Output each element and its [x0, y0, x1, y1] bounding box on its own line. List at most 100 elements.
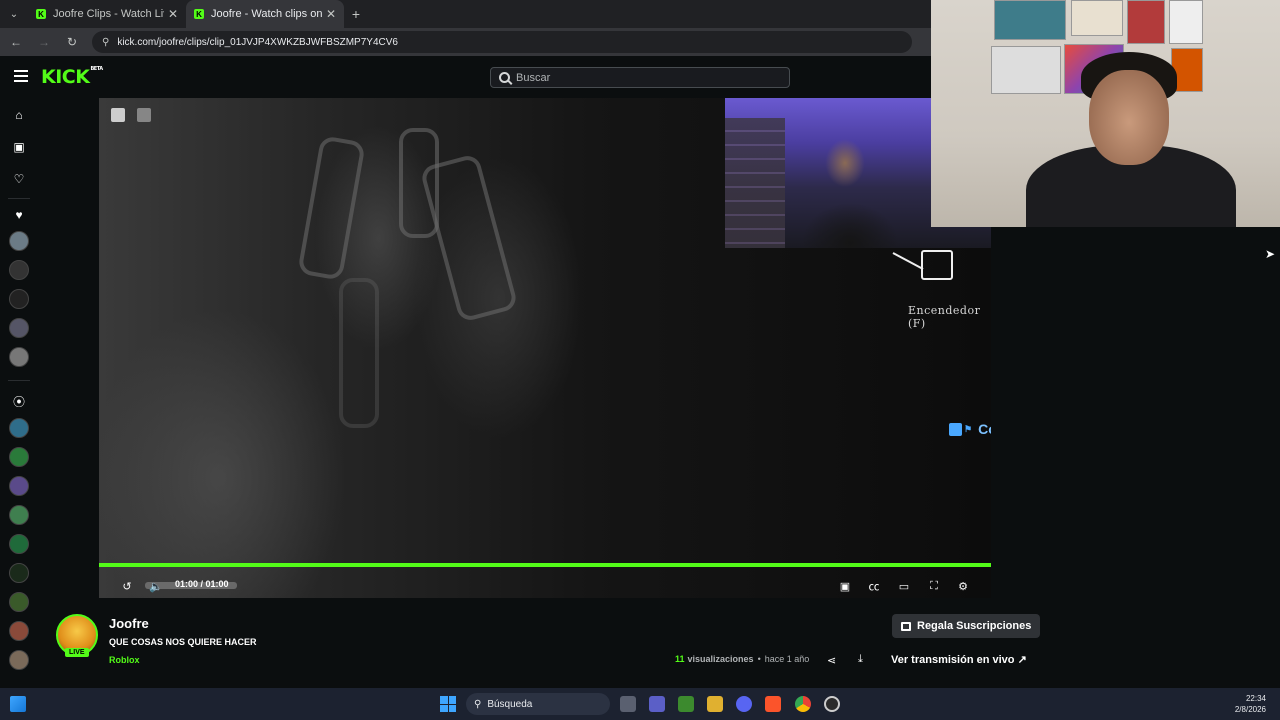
chain-shape [419, 152, 519, 324]
fullscreen-icon[interactable]: ⛶ [925, 578, 943, 594]
settings-gear-icon[interactable]: ⚙ [954, 578, 972, 594]
search-icon [499, 72, 510, 83]
recommended-channel-avatar[interactable] [9, 505, 29, 525]
recommended-channel-avatar[interactable] [9, 534, 29, 554]
followed-channel-avatar[interactable] [9, 289, 29, 309]
file-explorer-icon[interactable] [707, 696, 723, 712]
recommended-channel-avatar[interactable] [9, 447, 29, 467]
kick-favicon-icon: K [194, 9, 204, 19]
browser-tab-1[interactable]: K Joofre Clips - Watch Live on Kick ✕ [28, 0, 186, 28]
recommended-channel-avatar[interactable] [9, 650, 29, 670]
kick-logo[interactable]: KICKBETA [41, 66, 103, 88]
progress-bar[interactable] [99, 563, 991, 567]
empty-chat-area [1053, 227, 1280, 688]
share-icon[interactable]: ⋖ [827, 654, 836, 667]
clip-age: hace 1 año [764, 654, 810, 664]
followed-channel-avatar[interactable] [9, 260, 29, 280]
gift-icon [901, 621, 911, 631]
recommended-channel-avatar[interactable] [9, 621, 29, 641]
search-input[interactable] [516, 71, 776, 84]
discord-icon[interactable] [736, 696, 752, 712]
recommended-channel-avatar[interactable] [9, 476, 29, 496]
tab-title: Joofre Clips - Watch Live on Kick [53, 8, 164, 20]
windows-taskbar: ⚲ Búsqueda 22:34 2/8/2026 [0, 688, 1280, 720]
close-tab-icon[interactable]: ✕ [168, 7, 178, 21]
clip-stats: 11 visualizaciones • hace 1 año [675, 654, 810, 664]
minecraft-icon[interactable] [678, 696, 694, 712]
obs-icon[interactable] [824, 696, 840, 712]
followed-channel-avatar[interactable] [9, 318, 29, 338]
system-clock[interactable]: 22:34 2/8/2026 [1235, 693, 1266, 715]
sidebar-divider [8, 198, 30, 199]
download-icon[interactable]: ⤓ [858, 653, 863, 666]
theater-mode-icon[interactable]: ▭ [895, 578, 913, 594]
followed-channel-avatar[interactable] [9, 347, 29, 367]
sub-badge-icon: ⚑ [964, 423, 973, 434]
chat-overlay-message: ⚑ Compa_Pesito : [949, 420, 991, 438]
volume-icon[interactable]: 🔈 [147, 578, 165, 594]
captions-icon[interactable]: ㏄ [865, 578, 883, 594]
category-link[interactable]: Roblox [109, 655, 140, 665]
clock-date: 2/8/2026 [1234, 705, 1266, 714]
live-badge: LIVE [65, 648, 89, 657]
task-view-icon[interactable] [620, 696, 636, 712]
browse-icon[interactable]: ▣ [12, 140, 26, 154]
teams-icon[interactable] [649, 696, 665, 712]
brave-icon[interactable] [765, 696, 781, 712]
address-bar[interactable]: ⚲ kick.com/joofre/clips/clip_01JVJP4XWKZ… [92, 31, 912, 53]
hud-item-label: Encendedor (F) [908, 304, 981, 330]
watch-live-button[interactable]: Ver transmisión en vivo ↗ [891, 653, 1027, 666]
clip-title: QUE COSAS NOS QUIERE HACER [109, 637, 257, 647]
following-heart-outline-icon[interactable]: ♡ [12, 172, 26, 186]
close-tab-icon[interactable]: ✕ [326, 7, 336, 21]
search-bar[interactable] [490, 67, 790, 88]
reload-icon[interactable]: ↻ [60, 35, 84, 49]
game-overlay-icons [111, 108, 151, 122]
taskbar-search-label: Búsqueda [487, 698, 533, 710]
search-icon: ⚲ [474, 698, 482, 710]
replay-icon[interactable]: ↺ [118, 578, 136, 594]
start-windows-icon[interactable] [440, 696, 456, 712]
browser-tab-2[interactable]: K Joofre - Watch clips on Kick ✕ [186, 0, 344, 28]
sidebar: ⌂ ▣ ♡ ♥ ⦿ [0, 98, 38, 688]
live-broadcast-icon[interactable]: ⦿ [12, 394, 26, 409]
lighter-item-icon [891, 248, 961, 284]
chat-username: Compa_Pesito [978, 421, 991, 437]
new-tab-button[interactable]: + [344, 6, 368, 22]
tab-search-chevron-icon[interactable]: ⌄ [0, 0, 28, 28]
menu-icon[interactable] [14, 70, 28, 82]
followed-channel-avatar[interactable] [9, 231, 29, 251]
mouse-cursor-icon: ➤ [1265, 247, 1276, 261]
recommended-channel-avatar[interactable] [9, 592, 29, 612]
home-icon[interactable]: ⌂ [12, 108, 26, 122]
back-arrow-icon[interactable]: ← [4, 35, 28, 49]
external-link-icon: ↗ [1017, 654, 1027, 666]
chain-shape [339, 278, 379, 428]
views-count: 11 [675, 654, 685, 664]
progress-fill [99, 563, 991, 567]
site-info-icon[interactable]: ⚲ [102, 37, 109, 48]
kick-favicon-icon: K [36, 9, 46, 19]
clip-info: LIVE Joofre QUE COSAS NOS QUIERE HACER R… [38, 598, 1053, 688]
gift-subs-button[interactable]: Regala Suscripciones [892, 614, 1041, 638]
tab-title: Joofre - Watch clips on Kick [211, 8, 322, 20]
forward-arrow-icon[interactable]: → [32, 35, 56, 49]
taskbar-search[interactable]: ⚲ Búsqueda [466, 693, 610, 715]
gift-subs-label: Regala Suscripciones [917, 620, 1032, 632]
time-display: 01:00 / 01:00 [175, 579, 229, 589]
external-webcam-overlay [931, 0, 1280, 227]
views-label: visualizaciones [687, 654, 754, 664]
following-heart-icon[interactable]: ♥ [12, 208, 26, 222]
chain-shape [297, 135, 366, 281]
video-player[interactable]: Encendedor (F) ⚑ Compa_Pesito : ↺ 🔈 01:0… [99, 98, 991, 598]
sidebar-divider [8, 380, 30, 381]
badge-icon [949, 422, 962, 436]
channel-name[interactable]: Joofre [109, 616, 149, 631]
recommended-channel-avatar[interactable] [9, 563, 29, 583]
chrome-icon[interactable] [795, 696, 811, 712]
recommended-channel-avatar[interactable] [9, 418, 29, 438]
widgets-icon[interactable] [10, 696, 26, 712]
pip-icon[interactable]: ▣ [836, 578, 854, 594]
url-text: kick.com/joofre/clips/clip_01JVJP4XWKZBJ… [117, 36, 398, 48]
clock-time: 22:34 [1245, 694, 1266, 703]
